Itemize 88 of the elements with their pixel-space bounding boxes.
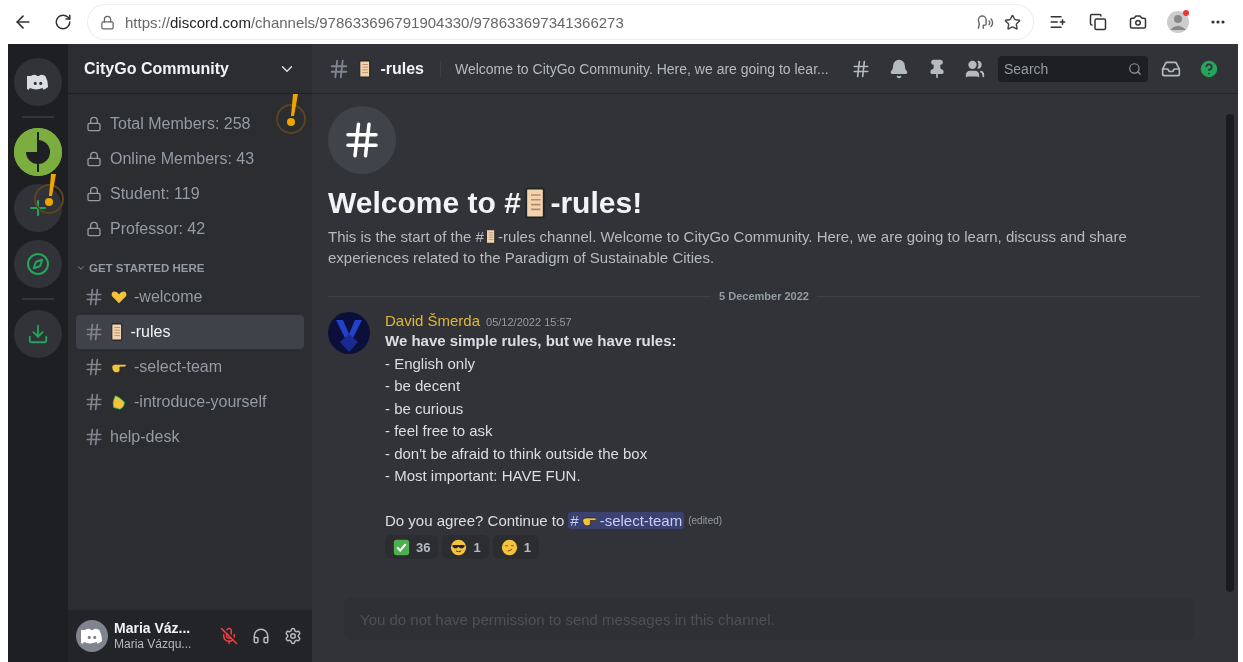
category-header[interactable]: GET STARTED HERE	[76, 262, 304, 274]
alert-marker-icon	[274, 92, 308, 134]
add-server-button[interactable]	[14, 184, 62, 232]
edited-label: (edited)	[688, 515, 723, 527]
message-line: We have simple rules, but we have rules:	[385, 331, 678, 351]
message-line: Do you agree? Continue to	[385, 510, 565, 531]
message-line: - be curious	[385, 398, 465, 419]
channel-item[interactable]: -welcome	[76, 280, 304, 314]
members-icon	[965, 58, 985, 79]
message-line: - feel free to ask	[385, 421, 494, 441]
welcome-title: Welcome to #	[328, 186, 521, 220]
hash-icon	[328, 57, 350, 80]
description-text: -rules channel. Welcome to CityGo Community. Here, we are going to learn, discuss and share	[497, 227, 1127, 247]
server-name[interactable]: CityGo Community	[84, 59, 229, 78]
check-mark-icon	[393, 538, 410, 556]
hash-icon	[84, 357, 104, 377]
profile-avatar-icon	[1166, 10, 1190, 34]
collections-icon	[1089, 13, 1107, 31]
message-line: - Most important: HAVE FUN.	[385, 466, 582, 486]
channel-item[interactable]: -select-team	[76, 350, 304, 384]
author-name[interactable]: David Šmerda	[385, 312, 481, 329]
date-divider: 5 December 2022	[719, 290, 809, 302]
message-line: - be decent	[385, 376, 462, 396]
channel-item[interactable]: -introduce-yourself	[76, 385, 304, 419]
add-favorite-icon[interactable]	[1004, 13, 1021, 31]
message-line: - English only	[385, 353, 477, 374]
more-icon	[1211, 20, 1225, 24]
user-name: Maria Váz...	[114, 620, 192, 636]
reaction-button[interactable]: 36	[385, 535, 439, 559]
help-icon	[1198, 57, 1220, 80]
message-line: - don't be afraid to think outside the box	[385, 443, 649, 464]
compass-icon	[26, 252, 50, 276]
description-text: This is the start of the #	[328, 227, 484, 247]
muted-microphone-icon	[220, 627, 238, 645]
hash-icon	[84, 322, 104, 342]
discord-logo-icon	[81, 627, 103, 645]
download-button[interactable]	[14, 310, 62, 358]
lock-icon	[86, 150, 102, 167]
reaction-button[interactable]: 1	[442, 535, 489, 559]
settings-icon	[284, 627, 302, 645]
home-button[interactable]	[14, 58, 62, 106]
camera-icon	[1129, 13, 1147, 31]
alert-marker-icon	[32, 172, 66, 214]
user-handle: Maria Vázqu...	[114, 636, 193, 652]
lock-icon	[86, 185, 102, 202]
lock-icon	[86, 220, 102, 237]
search-field[interactable]: Search	[998, 55, 1148, 82]
channel-title: -rules	[380, 59, 424, 78]
chevron-icon	[76, 263, 86, 273]
address-bar[interactable]: https://discord.com/channels/978633696791904330/978633697341366273	[88, 5, 1033, 39]
user-avatar[interactable]	[76, 620, 108, 652]
stat-channel[interactable]: Total Members: 258	[76, 106, 304, 141]
scrollbar[interactable]	[1226, 114, 1234, 592]
discord-logo-icon	[27, 73, 49, 91]
reaction-button[interactable]: 1	[492, 535, 539, 559]
scroll-icon	[484, 229, 497, 244]
welcome-title: -rules!	[550, 186, 643, 220]
hash-icon	[84, 392, 104, 412]
pin-icon	[927, 58, 947, 79]
lock-icon	[100, 14, 115, 30]
refresh-icon	[54, 13, 72, 31]
description-text: experiences related to the Paradigm of Sustainable Cities.	[328, 248, 715, 268]
sunglasses-face-icon	[450, 538, 468, 556]
lock-icon	[86, 115, 102, 132]
star-list-icon	[1049, 13, 1067, 31]
read-aloud-icon[interactable]	[977, 13, 994, 31]
channel-item[interactable]: -rules	[76, 315, 304, 349]
message-timestamp: 05/12/2022 15:57	[486, 316, 572, 328]
scroll-icon	[110, 323, 125, 341]
channel-topic[interactable]: Welcome to CityGo Community. Here, we are going to lear...	[439, 60, 838, 77]
scroll-icon	[358, 59, 373, 78]
stat-channel[interactable]: Student: 119	[76, 176, 304, 211]
server-button[interactable]	[14, 128, 62, 176]
download-icon	[27, 323, 49, 345]
hash-icon	[84, 287, 104, 307]
search-icon	[1128, 61, 1142, 76]
server-logo-icon	[14, 128, 62, 176]
threads-icon	[851, 58, 871, 79]
stat-channel[interactable]: Online Members: 43	[76, 141, 304, 176]
channel-mention[interactable]: # -select-team	[568, 512, 685, 530]
headphones-icon	[252, 627, 270, 645]
bell-icon	[889, 58, 909, 79]
hash-icon	[84, 427, 104, 447]
author-avatar	[328, 312, 370, 354]
explore-button[interactable]	[14, 240, 62, 288]
stat-channel[interactable]: Professor: 42	[76, 211, 304, 246]
smirk-face-icon	[500, 538, 518, 556]
channel-item[interactable]: help-desk	[76, 420, 304, 454]
